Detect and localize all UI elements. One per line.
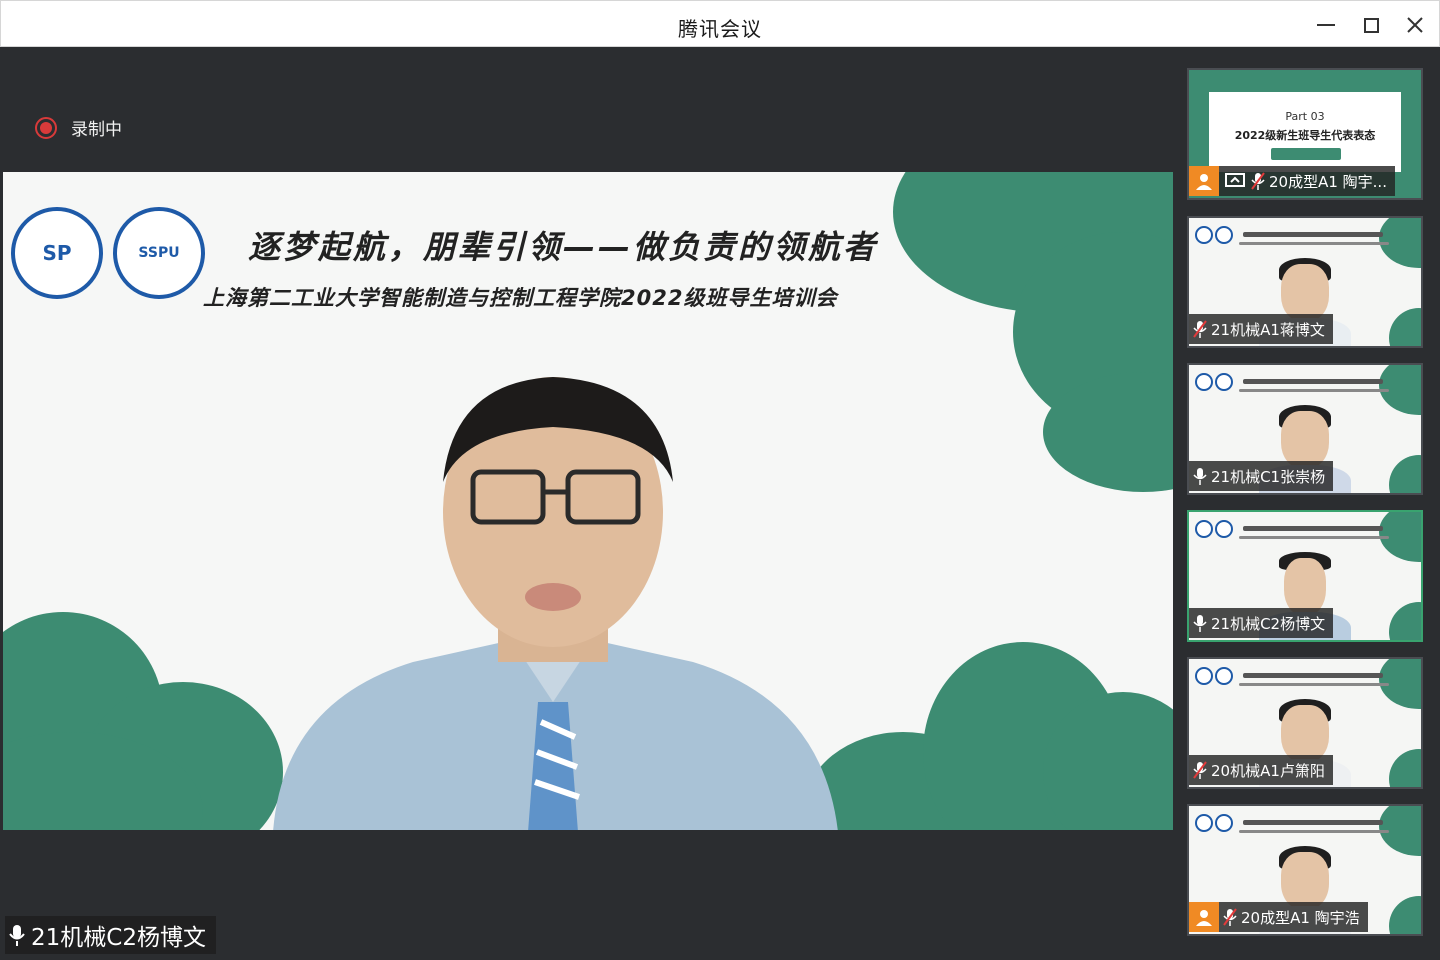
speaker-name-tag: 21机械C2杨博文 [5,916,216,954]
participant-label: 20成型A1 陶宇... [1189,166,1395,196]
main-video[interactable]: SP SSPU 逐梦起航，朋辈引领——做负责的领航者 上海第二工业大学智能制造与… [3,172,1173,830]
participant-tile[interactable]: 21机械A1蒋博文 [1187,216,1423,348]
slide-part-label: Part 03 [1285,110,1325,123]
logo-text: SSPU [138,245,180,261]
participant-label: 21机械C1张崇杨 [1189,461,1334,491]
shared-slide: Part 03 2022级新生班导生代表表态 [1209,92,1401,172]
window-title: 腾讯会议 [678,17,762,41]
recording-label: 录制中 [71,120,122,140]
camera-off-avatar-icon [1189,902,1219,932]
minimize-button[interactable] [1312,11,1340,39]
microphone-muted-icon [1193,320,1207,338]
logo-text: SP [42,241,72,265]
speaker-video-person [273,377,838,830]
participant-tile[interactable]: 20机械A1卢箫阳 [1187,657,1423,789]
recording-icon [35,116,57,139]
microphone-muted-icon [1251,172,1265,190]
speaker-name: 21机械C2杨博文 [31,925,206,951]
participant-name: 20机械A1卢箫阳 [1211,761,1325,780]
university-logo: SP [11,207,103,299]
slide-banner [1271,148,1341,160]
close-button[interactable] [1401,11,1429,39]
title-bar: 腾讯会议 [0,0,1440,47]
participant-label: 20机械A1卢箫阳 [1189,755,1333,785]
participant-label: 21机械C2杨博文 [1189,608,1334,638]
close-icon [1407,17,1423,33]
participant-name: 21机械C1张崇杨 [1211,467,1326,486]
participant-tile[interactable]: 20成型A1 陶宇浩 [1187,804,1423,936]
microphone-icon [1193,615,1207,632]
banner-title: 逐梦起航，朋辈引领——做负责的领航者 [248,228,879,266]
recording-indicator[interactable]: 录制中 [35,115,122,140]
participant-sidebar[interactable]: Part 03 2022级新生班导生代表表态 20成型A1 陶宇... 21机械… [1173,47,1440,960]
camera-off-avatar-icon [1189,166,1219,196]
participant-tile-active[interactable]: 21机械C2杨博文 [1187,510,1423,642]
microphone-muted-icon [1223,908,1237,926]
maximize-icon [1363,17,1379,33]
microphone-muted-icon [1193,761,1207,779]
minimize-icon [1317,24,1335,26]
maximize-button[interactable] [1357,11,1385,39]
banner-subtitle: 上海第二工业大学智能制造与控制工程学院2022级班导生培训会 [203,286,838,310]
main-stage: 录制中 SP SSPU 逐梦起航，朋辈引领——做负责的领航者 上海第二工业大学智… [3,47,1173,957]
school-logo: SSPU [113,207,205,299]
participant-name: 21机械A1蒋博文 [1211,320,1325,339]
participant-name: 20成型A1 陶宇浩 [1241,908,1360,927]
participant-label: 20成型A1 陶宇浩 [1189,902,1368,932]
slide-title: 2022级新生班导生代表表态 [1234,129,1376,142]
screen-share-icon [1223,170,1247,192]
participant-label: 21机械A1蒋博文 [1189,314,1333,344]
microphone-icon [9,925,25,946]
participant-tile[interactable]: Part 03 2022级新生班导生代表表态 20成型A1 陶宇... [1187,68,1423,200]
participant-name: 21机械C2杨博文 [1211,614,1326,633]
participant-name: 20成型A1 陶宇... [1269,172,1387,191]
microphone-icon [1193,468,1207,485]
participant-tile[interactable]: 21机械C1张崇杨 [1187,363,1423,495]
